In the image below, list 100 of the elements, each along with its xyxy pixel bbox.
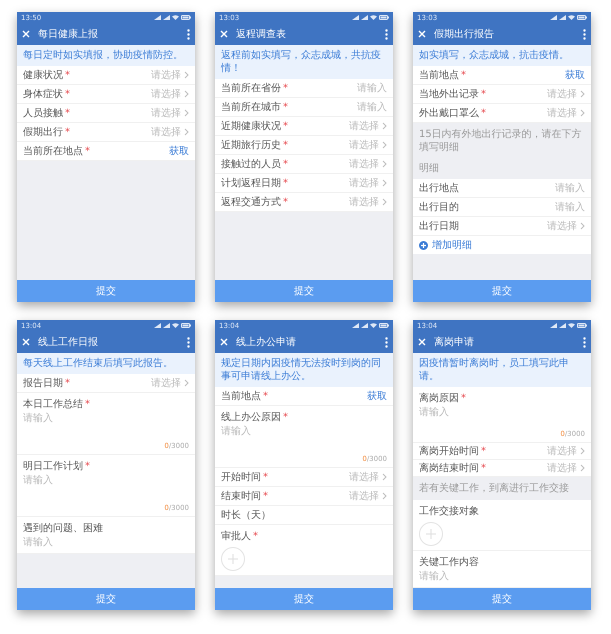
field-label: 身体症状 * [23, 88, 70, 101]
page-title: 每日健康上报 [38, 28, 99, 41]
select-placeholder[interactable]: 请选择 [349, 470, 379, 484]
field-label: 明日工作计划 * [23, 460, 91, 473]
submit-button[interactable]: 提交 [413, 588, 591, 610]
plus-icon [228, 554, 238, 564]
close-icon[interactable] [418, 30, 426, 38]
input-field[interactable]: 请输入 [555, 181, 585, 195]
more-icon[interactable] [583, 336, 586, 348]
field-label: 当前地点 * [419, 68, 466, 82]
wifi-icon [568, 15, 575, 20]
more-icon[interactable] [385, 28, 388, 40]
field-label: 时长（天） [221, 508, 271, 522]
chevron-icon [382, 141, 387, 149]
page-title: 假期出行报告 [434, 28, 495, 41]
field-label: 当前所在城市 * [221, 100, 288, 114]
chevron-icon [580, 109, 585, 117]
field-label: 离岗开始时间 * [419, 444, 486, 458]
select-placeholder[interactable]: 请选择 [349, 489, 379, 503]
field-label: 假期出行 * [23, 126, 70, 139]
text-area[interactable]: 请输入 [23, 411, 189, 425]
select-placeholder[interactable]: 请选择 [349, 157, 379, 171]
field-label: 出行目的 [419, 200, 459, 214]
field-label: 出行地点 [419, 182, 459, 195]
close-icon[interactable] [22, 30, 30, 38]
chevron-icon [184, 109, 189, 117]
field-label: 当地外出记录 * [419, 88, 486, 101]
select-placeholder[interactable]: 请选择 [547, 87, 577, 101]
note-text: 15日内有外地出行记录的，请在下方填写明细 [418, 128, 583, 155]
field-label: 计划返程日期 * [221, 176, 288, 190]
select-placeholder[interactable]: 请选择 [547, 219, 577, 233]
notice-text: 规定日期内因疫情无法按时到岗的同事可申请线上办公。 [215, 353, 393, 387]
chevron-icon [382, 473, 387, 481]
text-area[interactable]: 请输入 [23, 473, 189, 487]
wifi-icon [568, 323, 575, 328]
submit-button[interactable]: 提交 [215, 280, 393, 302]
submit-button[interactable]: 提交 [17, 280, 195, 302]
select-placeholder[interactable]: 请选择 [151, 125, 181, 139]
locate-link[interactable]: 获取 [367, 389, 387, 403]
field-label: 线上办公原因 * [221, 410, 289, 424]
field-label: 返程交通方式 * [221, 196, 288, 209]
notice-text: 每天线上工作结束后填写此报告。 [17, 353, 195, 374]
battery-icon [181, 15, 191, 20]
select-placeholder[interactable]: 请选择 [151, 106, 181, 120]
field-label: 近期旅行历史 * [221, 138, 288, 152]
locate-link[interactable]: 获取 [169, 144, 189, 158]
chevron-icon [382, 492, 387, 500]
field-label: 当前地点 * [221, 390, 268, 403]
select-placeholder[interactable]: 请选择 [547, 461, 577, 476]
select-placeholder[interactable]: 请选择 [151, 87, 181, 101]
field-label: 健康状况 * [23, 68, 70, 82]
select-placeholder[interactable]: 请选择 [349, 195, 379, 209]
select-placeholder[interactable]: 请选择 [349, 119, 379, 133]
text-area[interactable]: 请输入 [419, 569, 585, 584]
close-icon[interactable] [220, 30, 228, 38]
text-area[interactable]: 请输入 [221, 424, 387, 438]
field-label: 结束时间 * [221, 490, 268, 503]
select-placeholder[interactable]: 请选择 [349, 176, 379, 190]
more-icon[interactable] [187, 336, 190, 348]
field-label: 当前所在省份 * [221, 82, 288, 95]
chevron-icon [382, 160, 387, 168]
text-area[interactable]: 请输入 [23, 535, 189, 549]
field-label: 当前所在地点 * [23, 144, 90, 158]
locate-link[interactable]: 获取 [565, 68, 585, 82]
close-icon[interactable] [22, 338, 30, 346]
more-icon[interactable] [583, 28, 586, 40]
more-icon[interactable] [385, 336, 388, 348]
chevron-icon [184, 90, 189, 98]
select-placeholder[interactable]: 请选择 [151, 376, 181, 390]
add-detail-link[interactable]: 增加明细 [432, 238, 472, 252]
wifi-icon [172, 15, 179, 20]
close-icon[interactable] [418, 338, 426, 346]
submit-button[interactable]: 提交 [17, 588, 195, 610]
notice-text: 返程前如实填写，众志成城，共抗疫情！ [215, 45, 393, 79]
text-area[interactable]: 请输入 [419, 405, 585, 419]
submit-button[interactable]: 提交 [413, 280, 591, 302]
select-placeholder[interactable]: 请选择 [547, 106, 577, 120]
field-label: 离岗结束时间 * [419, 462, 486, 476]
battery-icon [379, 15, 389, 20]
more-icon[interactable] [187, 28, 190, 40]
input-field[interactable]: 请输入 [357, 100, 387, 114]
plus-icon [426, 529, 436, 540]
plus-circle-icon [419, 240, 428, 250]
field-label: 审批人 * [221, 530, 259, 543]
wifi-icon [370, 15, 377, 20]
field-label: 关键工作内容 [419, 556, 480, 570]
select-placeholder[interactable]: 请选择 [547, 444, 577, 458]
field-label: 出行日期 [419, 220, 459, 233]
field-label: 报告日期 * [23, 376, 70, 390]
field-label: 人员接触 * [23, 106, 70, 120]
field-label: 开始时间 * [221, 470, 268, 484]
close-icon[interactable] [220, 338, 228, 346]
select-placeholder[interactable]: 请选择 [151, 68, 181, 82]
submit-button[interactable]: 提交 [215, 588, 393, 610]
input-field[interactable]: 请输入 [555, 200, 585, 214]
input-field[interactable]: 请输入 [357, 81, 387, 95]
notice-text: 因疫情暂时离岗时，员工填写此申请。 [413, 353, 591, 387]
battery-icon [181, 323, 191, 328]
select-placeholder[interactable]: 请选择 [349, 138, 379, 152]
chevron-icon [382, 179, 387, 187]
